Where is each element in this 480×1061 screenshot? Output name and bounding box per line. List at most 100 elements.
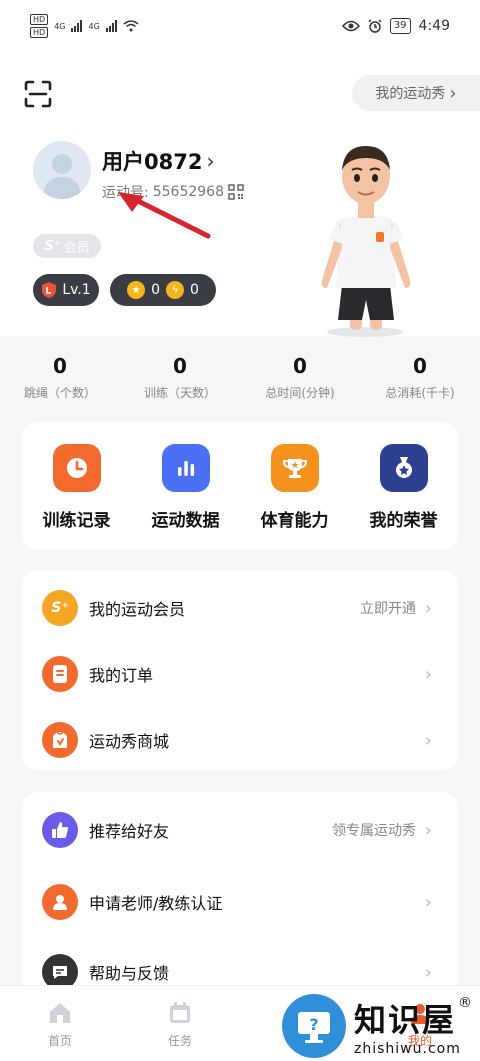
chevron-right-icon: › bbox=[206, 149, 215, 173]
chevron-right-icon: › bbox=[424, 729, 432, 751]
feature-sport-data[interactable]: 运动数据 bbox=[131, 422, 240, 550]
shop-icon bbox=[42, 722, 78, 758]
eye-icon bbox=[341, 20, 360, 32]
thumbs-up-icon bbox=[42, 812, 78, 848]
feature-label: 我的荣誉 bbox=[369, 511, 438, 531]
person-icon bbox=[42, 884, 78, 920]
medal-icon bbox=[379, 444, 428, 492]
watermark-logo: ? 知识屋 ® zhishiwu.com bbox=[282, 990, 480, 1061]
member-badge[interactable]: S⁺ 会员 bbox=[33, 234, 101, 258]
menu-item-label: 帮助与反馈 bbox=[89, 964, 170, 983]
tab-home[interactable]: 首页 bbox=[0, 986, 120, 1061]
username[interactable]: 用户0872 › bbox=[102, 146, 214, 176]
stat-total-calories[interactable]: 0 总消耗(千卡) bbox=[360, 352, 480, 412]
stat-label: 跳绳（个数） bbox=[23, 386, 96, 400]
clock-icon bbox=[52, 444, 101, 492]
feature-training-record[interactable]: 训练记录 bbox=[22, 422, 131, 550]
level-text: Lv.1 bbox=[62, 282, 91, 298]
menu-item-recommend-friends[interactable]: 推荐给好友 领专属运动秀 › bbox=[22, 800, 458, 860]
my-sport-show-button[interactable]: 我的运动秀 › bbox=[352, 75, 480, 111]
status-bar: HD HD 4G 4G 39 4:49 bbox=[0, 0, 480, 56]
status-left: HD HD 4G 4G bbox=[30, 14, 139, 38]
home-icon bbox=[50, 1003, 70, 1023]
menu-group-1: S⁺ 我的运动会员 立即开通 › 我的订单 › 运动秀商城 › bbox=[22, 570, 458, 770]
wifi-icon bbox=[123, 20, 139, 32]
alarm-icon bbox=[368, 19, 382, 33]
network-label-2: 4G bbox=[88, 21, 100, 31]
scan-icon[interactable] bbox=[24, 80, 52, 108]
tab-label: 任务 bbox=[167, 1034, 192, 1048]
annotation-arrow bbox=[118, 192, 211, 239]
stat-label: 总消耗(千卡) bbox=[385, 386, 455, 400]
feature-sport-ability[interactable]: 体育能力 bbox=[240, 422, 349, 550]
calendar-icon bbox=[170, 1002, 190, 1023]
tab-label: 首页 bbox=[47, 1034, 72, 1048]
svg-text:?: ? bbox=[309, 1015, 318, 1034]
stat-training-days[interactable]: 0 训练（天数） bbox=[120, 352, 240, 412]
shield-icon bbox=[42, 282, 57, 298]
bar-chart-icon bbox=[161, 444, 210, 492]
watermark-text-cn: 知识屋 bbox=[354, 1000, 457, 1039]
chevron-right-icon: › bbox=[424, 891, 432, 913]
chevron-right-icon: › bbox=[424, 819, 432, 841]
feature-my-honors[interactable]: 我的荣誉 bbox=[349, 422, 458, 550]
stat-label: 训练（天数） bbox=[143, 386, 216, 400]
avatar-character-illustration[interactable] bbox=[300, 140, 430, 340]
member-label: 会员 bbox=[63, 240, 90, 256]
status-right: 39 4:49 bbox=[341, 18, 450, 34]
hd-badge-1: HD bbox=[30, 14, 49, 25]
stat-label: 总时间(分钟) bbox=[265, 386, 335, 400]
stat-value: 0 bbox=[173, 354, 187, 378]
qr-code-icon[interactable] bbox=[228, 184, 244, 200]
stats-row: 0 跳绳（个数） 0 训练（天数） 0 总时间(分钟) 0 总消耗(千卡) bbox=[0, 352, 480, 412]
menu-item-label: 我的订单 bbox=[89, 666, 154, 685]
username-text: 用户0872 bbox=[102, 150, 203, 174]
member-s-plus-icon: S⁺ bbox=[44, 238, 61, 254]
chevron-right-icon: › bbox=[449, 82, 457, 104]
feature-label: 训练记录 bbox=[42, 511, 111, 531]
splus-icon: S⁺ bbox=[42, 590, 78, 626]
battery-indicator: 39 bbox=[389, 18, 411, 34]
coin-count-2: 0 bbox=[190, 282, 199, 298]
signal-icon-1 bbox=[71, 20, 83, 32]
star-coin-icon: ★ bbox=[127, 281, 146, 299]
coin-badge[interactable]: ★ 0 ϟ 0 bbox=[110, 274, 216, 306]
my-sport-show-label: 我的运动秀 bbox=[375, 86, 446, 102]
tab-tasks[interactable]: 任务 bbox=[120, 986, 240, 1061]
lightning-coin-icon: ϟ bbox=[166, 281, 184, 299]
order-icon bbox=[42, 656, 78, 692]
hd-badge-2: HD bbox=[30, 27, 49, 38]
clock-time: 4:49 bbox=[418, 18, 450, 34]
coin-count-1: 0 bbox=[151, 282, 160, 298]
feature-label: 体育能力 bbox=[260, 511, 329, 531]
avatar-placeholder-icon bbox=[43, 154, 81, 199]
watermark-reg-mark: ® bbox=[458, 994, 473, 1011]
menu-item-label: 申请老师/教练认证 bbox=[89, 894, 223, 913]
trophy-icon bbox=[270, 444, 319, 492]
menu-item-label: 运动秀商城 bbox=[89, 732, 170, 751]
menu-item-label: 我的运动会员 bbox=[89, 600, 186, 619]
chevron-right-icon: › bbox=[424, 597, 432, 619]
menu-item-label: 推荐给好友 bbox=[89, 822, 170, 841]
chevron-right-icon: › bbox=[424, 663, 432, 685]
menu-item-teacher-certification[interactable]: 申请老师/教练认证 › bbox=[22, 872, 458, 932]
stat-value: 0 bbox=[293, 354, 307, 378]
level-badge[interactable]: Lv.1 bbox=[33, 274, 99, 306]
network-label-1: 4G bbox=[54, 21, 66, 31]
avatar[interactable] bbox=[33, 141, 91, 199]
watermark-text-en: zhishiwu.com bbox=[354, 1040, 461, 1057]
stat-value: 0 bbox=[53, 354, 67, 378]
stat-value: 0 bbox=[413, 354, 427, 378]
watermark-monitor-icon: ? bbox=[282, 993, 346, 1058]
menu-item-right-text: 领专属运动秀 bbox=[332, 823, 416, 839]
stat-jump-rope[interactable]: 0 跳绳（个数） bbox=[0, 352, 120, 412]
feature-grid-card: 训练记录 运动数据 体育能力 我的荣誉 bbox=[22, 422, 458, 550]
stat-total-time[interactable]: 0 总时间(分钟) bbox=[240, 352, 360, 412]
menu-item-sport-membership[interactable]: S⁺ 我的运动会员 立即开通 › bbox=[22, 578, 458, 638]
menu-item-sport-show-mall[interactable]: 运动秀商城 › bbox=[22, 710, 458, 770]
menu-item-my-orders[interactable]: 我的订单 › bbox=[22, 644, 458, 704]
feature-label: 运动数据 bbox=[151, 511, 220, 531]
signal-icon-2 bbox=[105, 20, 117, 32]
chevron-right-icon: › bbox=[424, 961, 432, 983]
menu-item-right-text: 立即开通 bbox=[360, 601, 416, 617]
